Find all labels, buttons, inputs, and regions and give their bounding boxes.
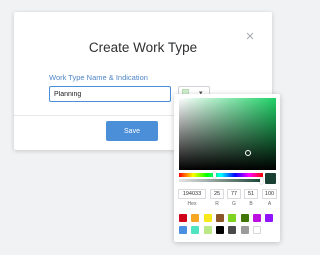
preset-color-swatch[interactable] xyxy=(191,226,200,234)
work-type-name-input[interactable] xyxy=(49,86,171,102)
saturation-handle[interactable] xyxy=(245,150,251,156)
color-picker-popover: Hex R G B A xyxy=(174,94,280,242)
red-label: R xyxy=(215,201,219,207)
green-label: G xyxy=(232,201,236,207)
alpha-slider-knob[interactable] xyxy=(260,178,263,184)
green-input[interactable] xyxy=(227,189,241,199)
blue-input[interactable] xyxy=(244,189,258,199)
preset-color-swatch[interactable] xyxy=(215,226,224,234)
preset-color-swatch[interactable] xyxy=(215,214,224,222)
preset-color-swatch[interactable] xyxy=(228,226,237,234)
hex-label: Hex xyxy=(187,201,197,207)
preset-color-swatch[interactable] xyxy=(240,226,249,234)
preset-color-swatch[interactable] xyxy=(203,226,212,234)
save-button[interactable]: Save xyxy=(106,121,158,141)
alpha-input[interactable] xyxy=(262,189,277,199)
current-color-swatch xyxy=(265,173,276,184)
saturation-value-area[interactable] xyxy=(179,98,276,170)
hue-slider-knob[interactable] xyxy=(212,172,216,178)
dialog-title: Create Work Type xyxy=(88,40,198,55)
hex-input[interactable] xyxy=(178,189,206,199)
blue-label: B xyxy=(249,201,253,207)
preset-color-swatch[interactable] xyxy=(203,214,212,222)
preset-color-swatch[interactable] xyxy=(252,214,261,222)
preset-color-swatch[interactable] xyxy=(252,226,261,234)
work-type-name-label: Work Type Name & Indication xyxy=(49,73,148,82)
red-input[interactable] xyxy=(210,189,224,199)
preset-color-swatch[interactable] xyxy=(228,214,237,222)
hue-slider[interactable] xyxy=(179,172,263,178)
alpha-slider[interactable] xyxy=(179,178,263,184)
preset-color-swatch[interactable] xyxy=(191,214,200,222)
preset-color-swatch[interactable] xyxy=(265,214,274,222)
preset-colors xyxy=(179,214,277,238)
preset-color-swatch[interactable] xyxy=(240,214,249,222)
preset-color-swatch[interactable] xyxy=(179,226,187,234)
preset-color-swatch[interactable] xyxy=(179,214,187,222)
alpha-label: A xyxy=(267,201,272,207)
